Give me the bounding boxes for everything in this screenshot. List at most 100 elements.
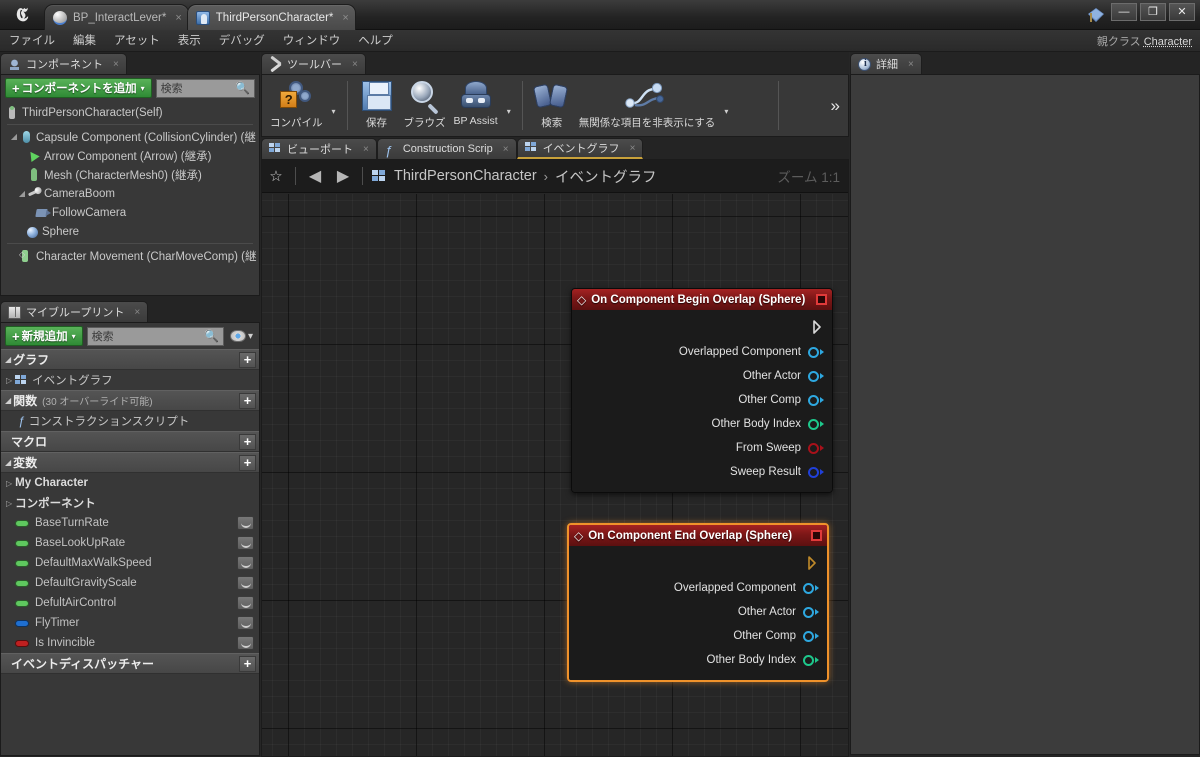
node-output-pin-row[interactable]: From Sweep [572, 436, 832, 460]
variable-visibility-toggle[interactable] [237, 516, 254, 530]
tree-row-capsule[interactable]: ◢ Capsule Component (CollisionCylinder) … [1, 127, 259, 146]
tree-row-character-movement[interactable]: Character Movement (CharMoveComp) (継 [1, 246, 259, 265]
variable-row[interactable]: Is Invincible [1, 633, 259, 653]
node-header[interactable]: ◇ On Component Begin Overlap (Sphere) [572, 289, 832, 310]
add-function-button[interactable]: + [239, 392, 256, 409]
chevron-down-icon[interactable]: ◢ [17, 189, 27, 198]
pin-connector[interactable] [808, 370, 824, 382]
close-icon[interactable]: × [908, 59, 914, 70]
variable-row[interactable]: DefaultMaxWalkSpeed [1, 553, 259, 573]
maximize-button[interactable]: ❐ [1140, 3, 1166, 21]
bp-assist-button[interactable]: BP Assist [450, 77, 502, 134]
blueprint-node[interactable]: ◇ On Component Begin Overlap (Sphere) Over… [571, 288, 833, 493]
close-icon[interactable]: × [503, 144, 509, 155]
tab-components[interactable]: コンポーネント × [0, 53, 127, 74]
variable-visibility-toggle[interactable] [237, 576, 254, 590]
node-output-pin-row[interactable]: Overlapped Component [572, 340, 832, 364]
tab-construction-script[interactable]: ƒ Construction Scrip × [376, 138, 517, 159]
my-blueprint-search-input[interactable]: 検索 🔍 [86, 326, 224, 346]
close-icon[interactable]: × [113, 59, 119, 70]
visibility-options-button[interactable]: ▾ [228, 330, 255, 342]
variable-row[interactable]: BaseLookUpRate [1, 533, 259, 553]
add-graph-button[interactable]: + [239, 351, 256, 368]
close-icon[interactable]: × [363, 144, 369, 155]
pin-connector[interactable] [803, 654, 819, 666]
menu-item-help[interactable]: ヘルプ [349, 30, 402, 52]
variable-visibility-toggle[interactable] [237, 536, 254, 550]
chevron-down-icon[interactable]: ◢ [9, 132, 19, 141]
menu-item-debug[interactable]: デバッグ [210, 30, 274, 52]
variable-row[interactable]: FlyTimer [1, 613, 259, 633]
variable-row[interactable]: DefultAirControl [1, 593, 259, 613]
menu-item-file[interactable]: ファイル [0, 30, 64, 52]
find-button[interactable]: 検索 [529, 77, 575, 134]
node-output-pin-row[interactable]: Overlapped Component [569, 576, 827, 600]
favorite-icon[interactable]: ☆ [262, 167, 290, 185]
document-tab-third-person-character[interactable]: ThirdPersonCharacter* × [186, 4, 356, 30]
menu-item-window[interactable]: ウィンドウ [274, 30, 350, 52]
chevron-right-icon[interactable]: ▷ [6, 376, 12, 385]
node-header[interactable]: ◇ On Component End Overlap (Sphere) [569, 525, 827, 546]
add-variable-button[interactable]: + [239, 454, 256, 471]
close-icon[interactable]: × [630, 143, 636, 154]
list-item-event-graph[interactable]: ▷ イベントグラフ [1, 370, 259, 390]
add-new-button[interactable]: + 新規追加 ▾ [5, 326, 83, 346]
node-output-pin-row[interactable]: Other Body Index [572, 412, 832, 436]
variable-row[interactable]: DefaultGravityScale [1, 573, 259, 593]
tree-row-sphere[interactable]: Sphere [1, 222, 259, 241]
node-output-pin-row[interactable]: Other Comp [569, 624, 827, 648]
tree-row-mesh[interactable]: Mesh (CharacterMesh0) (継承) [1, 165, 259, 184]
minimize-button[interactable]: — [1111, 3, 1137, 21]
node-output-pin-row[interactable]: Other Body Index [569, 648, 827, 672]
menu-item-view[interactable]: 表示 [169, 30, 210, 52]
section-header-graphs[interactable]: ◢ グラフ + [1, 349, 259, 370]
chevron-down-icon[interactable]: ▾ [719, 107, 733, 116]
tab-viewport[interactable]: ビューポート × [261, 138, 377, 159]
back-button[interactable]: ◀ [301, 166, 329, 186]
tree-row-followcamera[interactable]: FollowCamera [1, 203, 259, 222]
hide-unrelated-button[interactable]: 無関係な項目を非表示にする [575, 77, 720, 134]
list-item-category-my-character[interactable]: ▷ My Character [1, 473, 259, 493]
pin-connector[interactable] [803, 606, 819, 618]
tree-row-self[interactable]: ThirdPersonCharacter(Self) [1, 103, 259, 122]
add-dispatcher-button[interactable]: + [239, 655, 256, 672]
variable-visibility-toggle[interactable] [237, 636, 254, 650]
variable-visibility-toggle[interactable] [237, 616, 254, 630]
add-component-button[interactable]: + コンポーネントを追加 ▾ [5, 78, 152, 98]
compile-button[interactable]: ? コンパイル [266, 77, 327, 134]
list-item-construction-script[interactable]: ƒ コンストラクションスクリプト [1, 411, 259, 431]
breadcrumb-item-blueprint[interactable]: ThirdPersonCharacter [394, 168, 537, 184]
breadcrumb-item-graph[interactable]: イベントグラフ [555, 166, 657, 187]
pin-connector[interactable] [808, 394, 824, 406]
pin-connector[interactable] [808, 466, 824, 478]
list-item-category-components[interactable]: ▷ コンポーネント [1, 493, 259, 513]
graph-canvas[interactable]: ブループリント ◇On Component Begin Overlap (Sph… [262, 194, 848, 756]
pin-connector[interactable] [808, 418, 824, 430]
close-button[interactable]: ✕ [1169, 3, 1195, 21]
document-tab-bp-interact-lever[interactable]: BP_InteractLever* × [44, 4, 189, 30]
close-icon[interactable]: × [352, 59, 358, 70]
section-header-event-dispatchers[interactable]: イベントディスパッチャー + [1, 653, 259, 674]
add-macro-button[interactable]: + [239, 433, 256, 450]
pin-connector[interactable] [803, 582, 819, 594]
browse-button[interactable]: ブラウズ [400, 77, 450, 134]
node-output-pin-row[interactable]: Other Actor [572, 364, 832, 388]
section-header-macros[interactable]: マクロ + [1, 431, 259, 452]
tab-details[interactable]: 詳細 × [850, 53, 922, 74]
pin-connector[interactable] [803, 630, 819, 642]
section-header-functions[interactable]: ◢ 関数 (30 オーバーライド可能) + [1, 390, 259, 411]
node-output-pin-row[interactable]: Sweep Result [572, 460, 832, 484]
menu-item-asset[interactable]: アセット [105, 30, 169, 52]
tab-toolbar[interactable]: ツールバー × [261, 53, 366, 74]
tab-my-blueprint[interactable]: マイブループリント × [0, 301, 149, 322]
forward-button[interactable]: ▶ [329, 166, 357, 186]
toolbar-overflow-button[interactable]: » [823, 77, 848, 134]
node-output-pin-row[interactable]: Other Actor [569, 600, 827, 624]
variable-row[interactable]: BaseTurnRate [1, 513, 259, 533]
node-output-pin-row[interactable]: Other Comp [572, 388, 832, 412]
chevron-down-icon[interactable]: ▾ [502, 107, 516, 116]
close-icon[interactable]: × [134, 307, 140, 318]
tab-event-graph[interactable]: イベントグラフ × [516, 138, 644, 159]
variable-visibility-toggle[interactable] [237, 596, 254, 610]
chevron-right-icon[interactable]: ▷ [6, 479, 12, 488]
